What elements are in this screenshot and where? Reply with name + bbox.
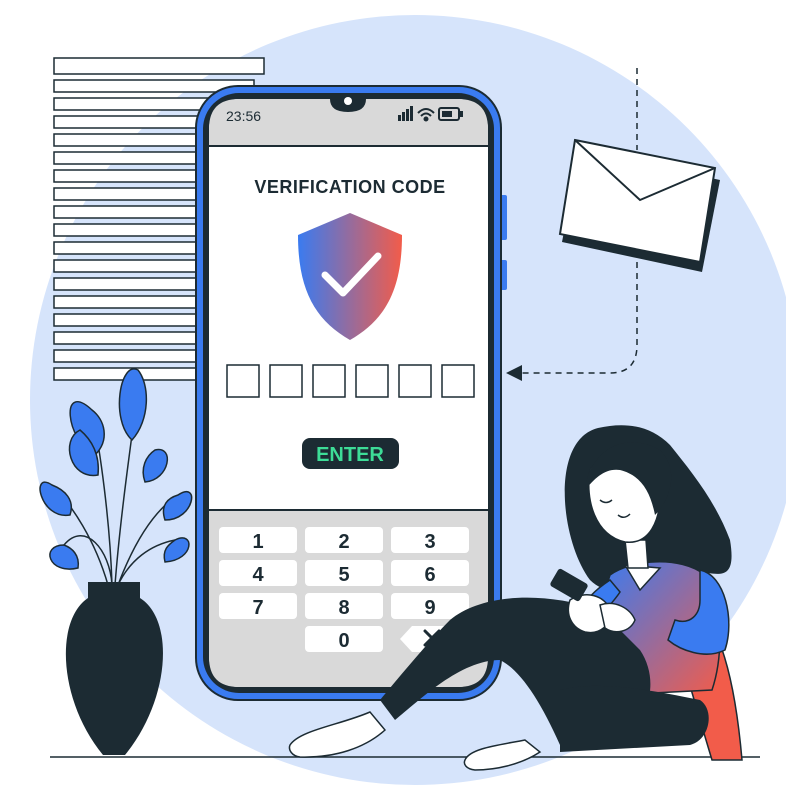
status-time: 23:56: [226, 108, 261, 124]
key-4[interactable]: 4: [219, 560, 297, 586]
code-slot[interactable]: [312, 364, 346, 398]
vase: [65, 582, 163, 755]
code-slot[interactable]: [269, 364, 303, 398]
enter-button-label: ENTER: [316, 444, 384, 466]
verification-title: VERIFICATION CODE: [254, 177, 445, 197]
enter-button[interactable]: ENTER: [302, 438, 399, 469]
svg-text:9: 9: [424, 597, 435, 619]
illustration: 23:56 VERIFICATION CODE ENTER 1 2 3 4 5 …: [30, 15, 786, 785]
svg-text:4: 4: [252, 564, 264, 586]
key-6[interactable]: 6: [391, 560, 469, 586]
svg-text:7: 7: [252, 597, 263, 619]
code-slot[interactable]: [441, 364, 475, 398]
code-slot[interactable]: [355, 364, 389, 398]
svg-text:0: 0: [338, 630, 349, 652]
key-0[interactable]: 0: [305, 626, 383, 652]
svg-text:8: 8: [338, 597, 349, 619]
svg-text:2: 2: [338, 531, 349, 553]
svg-text:3: 3: [424, 531, 435, 553]
key-5[interactable]: 5: [305, 560, 383, 586]
key-2[interactable]: 2: [305, 527, 383, 553]
svg-text:1: 1: [252, 531, 263, 553]
key-3[interactable]: 3: [391, 527, 469, 553]
svg-text:6: 6: [424, 564, 435, 586]
phone: 23:56 VERIFICATION CODE ENTER 1 2 3 4 5 …: [195, 85, 507, 701]
key-8[interactable]: 8: [305, 593, 383, 619]
svg-text:5: 5: [338, 564, 349, 586]
key-1[interactable]: 1: [219, 527, 297, 553]
code-slot[interactable]: [226, 364, 260, 398]
code-slot[interactable]: [398, 364, 432, 398]
key-7[interactable]: 7: [219, 593, 297, 619]
